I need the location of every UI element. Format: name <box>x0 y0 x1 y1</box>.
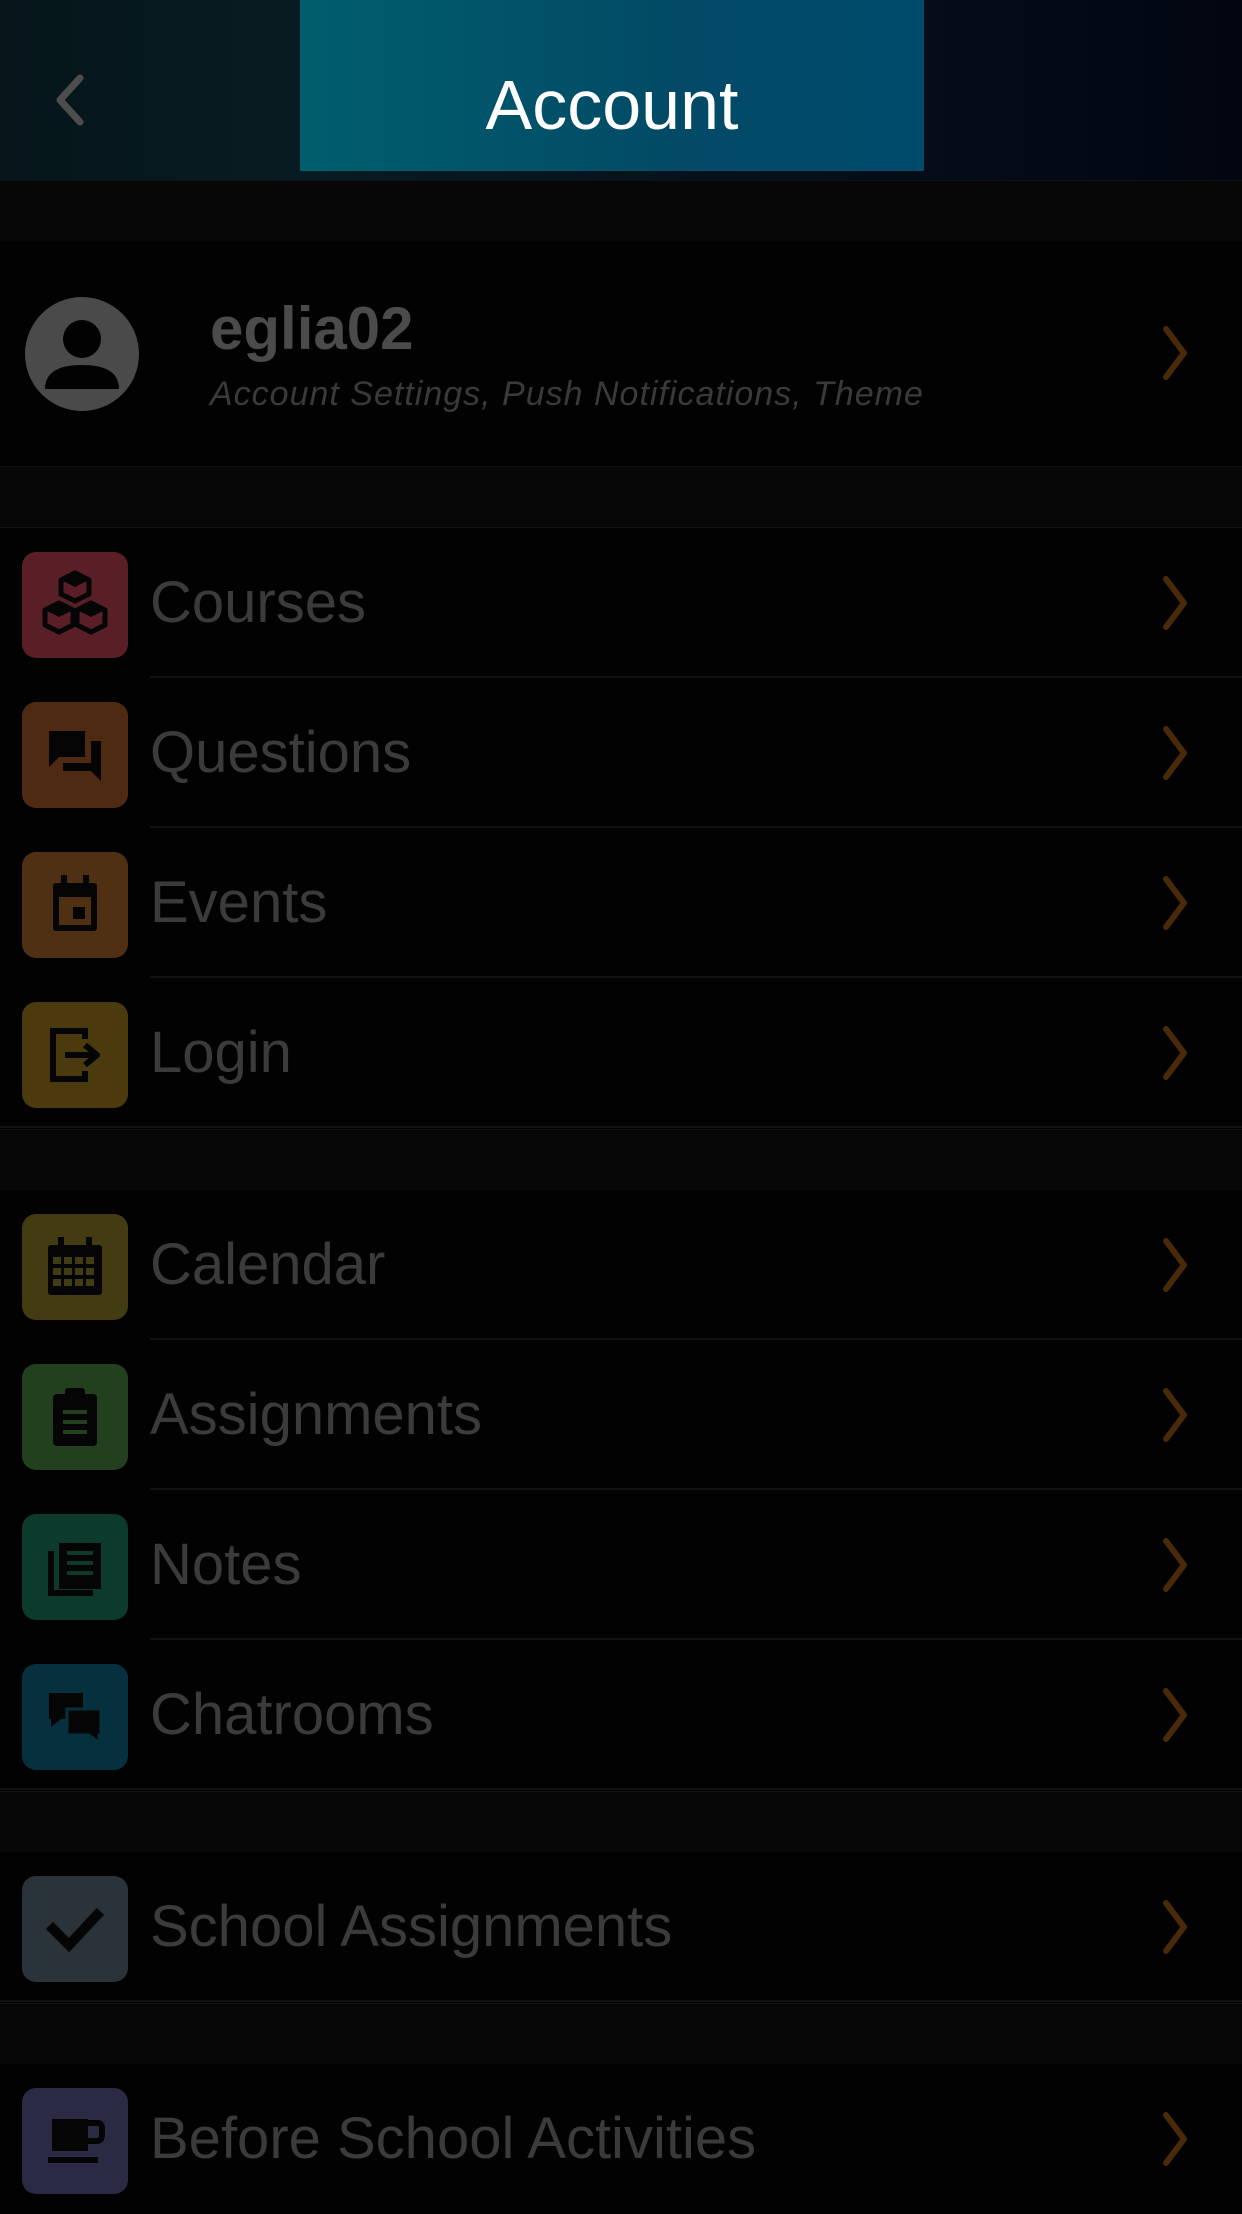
login-icon <box>22 1002 128 1108</box>
menu-item-calendar[interactable]: Calendar <box>0 1190 1242 1340</box>
chevron-right-icon <box>1163 1026 1187 1080</box>
chevron-right-icon <box>1163 576 1187 630</box>
menu-label: Assignments <box>150 1382 483 1447</box>
menu-item-assignments[interactable]: Assignments <box>0 1340 1242 1490</box>
menu-item-courses[interactable]: Courses <box>0 528 1242 678</box>
navigation-bar: Account <box>0 0 1242 180</box>
divider <box>0 2000 1242 2002</box>
menu-label: Chatrooms <box>150 1682 434 1747</box>
chevron-right-icon <box>1163 1388 1187 1442</box>
section-spacer <box>0 2003 1242 2065</box>
calendar-event-icon <box>22 852 128 958</box>
menu-label: Courses <box>150 570 366 635</box>
chevron-right-icon <box>1163 1538 1187 1592</box>
notes-icon <box>22 1514 128 1620</box>
profile-row[interactable]: eglia02 Account Settings, Push Notificat… <box>0 241 1242 465</box>
checkmark-icon <box>22 1876 128 1982</box>
divider <box>0 1788 1242 1790</box>
menu-label: Events <box>150 870 328 935</box>
chevron-right-icon <box>1163 726 1187 780</box>
divider <box>0 1126 1242 1128</box>
coffee-cup-icon <box>22 2088 128 2194</box>
chevron-left-icon <box>56 74 84 126</box>
page-title: Account <box>485 66 739 144</box>
username: eglia02 <box>210 295 414 362</box>
chevron-right-icon <box>1163 1688 1187 1742</box>
menu-label: Before School Activities <box>150 2106 757 2171</box>
cubes-icon <box>22 552 128 658</box>
menu-item-login[interactable]: Login <box>0 978 1242 1128</box>
avatar-icon <box>25 297 139 411</box>
section-spacer <box>0 1129 1242 1191</box>
calendar-icon <box>22 1214 128 1320</box>
menu-item-school-assignments[interactable]: School Assignments <box>0 1852 1242 2002</box>
back-button[interactable] <box>40 60 100 140</box>
menu-label: Questions <box>150 720 412 785</box>
chevron-right-icon <box>1163 876 1187 930</box>
menu-label: Login <box>150 1020 292 1085</box>
clipboard-icon <box>22 1364 128 1470</box>
menu-label: Notes <box>150 1532 302 1597</box>
chevron-right-icon <box>1163 326 1187 380</box>
chevron-right-icon <box>1163 1238 1187 1292</box>
section-spacer <box>0 466 1242 528</box>
section-spacer <box>0 1791 1242 1853</box>
menu-item-events[interactable]: Events <box>0 828 1242 978</box>
chatroom-icon <box>22 1664 128 1770</box>
menu-item-notes[interactable]: Notes <box>0 1490 1242 1640</box>
menu-item-chatrooms[interactable]: Chatrooms <box>0 1640 1242 1790</box>
chevron-right-icon <box>1163 2112 1187 2166</box>
menu-label: Calendar <box>150 1232 386 1297</box>
section-spacer <box>0 180 1242 242</box>
chevron-right-icon <box>1163 1900 1187 1954</box>
menu-item-before-school-activities[interactable]: Before School Activities <box>0 2064 1242 2214</box>
profile-subtitle: Account Settings, Push Notifications, Th… <box>210 375 924 413</box>
menu-label: School Assignments <box>150 1894 673 1959</box>
chat-bubbles-icon <box>22 702 128 808</box>
menu-item-questions[interactable]: Questions <box>0 678 1242 828</box>
